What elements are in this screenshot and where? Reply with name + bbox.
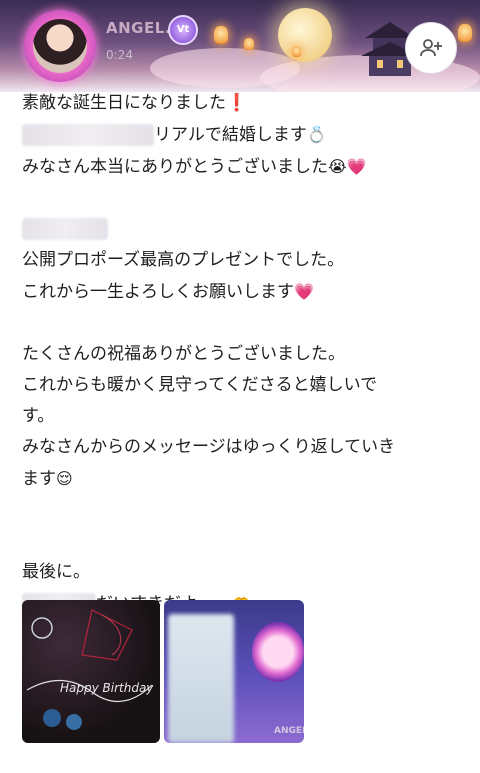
post-line: これから一生よろしくお願いします💗 [22, 282, 314, 302]
username[interactable]: ANGEL. [106, 19, 171, 37]
post-line: たくさんの祝福ありがとうございました。 [22, 344, 345, 364]
relieved-emoji: 😌 [56, 469, 73, 488]
lantern-decoration [214, 26, 228, 44]
post-line: ます😌 [22, 469, 73, 489]
avatar[interactable] [33, 19, 87, 73]
post-line: 公開プロポーズ最高のプレゼントでした。 [22, 250, 345, 270]
post-line: みなさん本当にありがとうございました😭💗 [22, 157, 367, 177]
lantern-decoration [292, 46, 301, 57]
post-timestamp: 0:24 [106, 48, 133, 62]
image-username-tag: ANGEL [274, 726, 304, 736]
lantern-decoration [244, 38, 254, 50]
attached-photo-screenshot[interactable]: ANGEL [164, 600, 304, 743]
avatar-frame-image [252, 622, 304, 682]
moon-decoration [278, 8, 332, 62]
level-badge: Vt [168, 15, 198, 45]
cake-caption: Happy Birthday [60, 681, 154, 695]
ring-emoji: 💍 [306, 125, 327, 144]
exclamation-emoji: ❗ [226, 93, 248, 113]
lantern-decoration [458, 24, 472, 42]
cake-drawing-image: Happy Birthday [26, 609, 154, 730]
redacted-name [22, 218, 108, 240]
redacted-image-area [168, 614, 234, 743]
post-line: 素敵な誕生日になりました❗ [22, 93, 248, 113]
follow-button[interactable] [405, 22, 457, 74]
avatar-frame[interactable] [24, 10, 96, 82]
redacted-name [22, 124, 154, 146]
post-line [22, 214, 462, 245]
post-line: 最後に。 [22, 562, 90, 582]
post-line: リアルで結婚します💍 [22, 119, 462, 151]
post-line: これからも暖かく見守ってくださると嬉しいで [22, 375, 378, 395]
profile-banner: ANGEL. Vt 0:24 [0, 0, 480, 92]
crying-emoji: 😭 [328, 157, 347, 176]
post-line: す。 [22, 406, 55, 426]
heart-emoji: 💗 [294, 282, 314, 301]
post-line: みなさんからのメッセージはゆっくり返していき [22, 437, 396, 457]
attached-photo-cake[interactable]: Happy Birthday [22, 600, 160, 743]
heart-emoji: 💗 [346, 157, 367, 176]
person-add-icon [420, 39, 442, 57]
post-content: 素敵な誕生日になりました❗ リアルで結婚します💍 みなさん本当にありがとうござい… [22, 88, 462, 620]
